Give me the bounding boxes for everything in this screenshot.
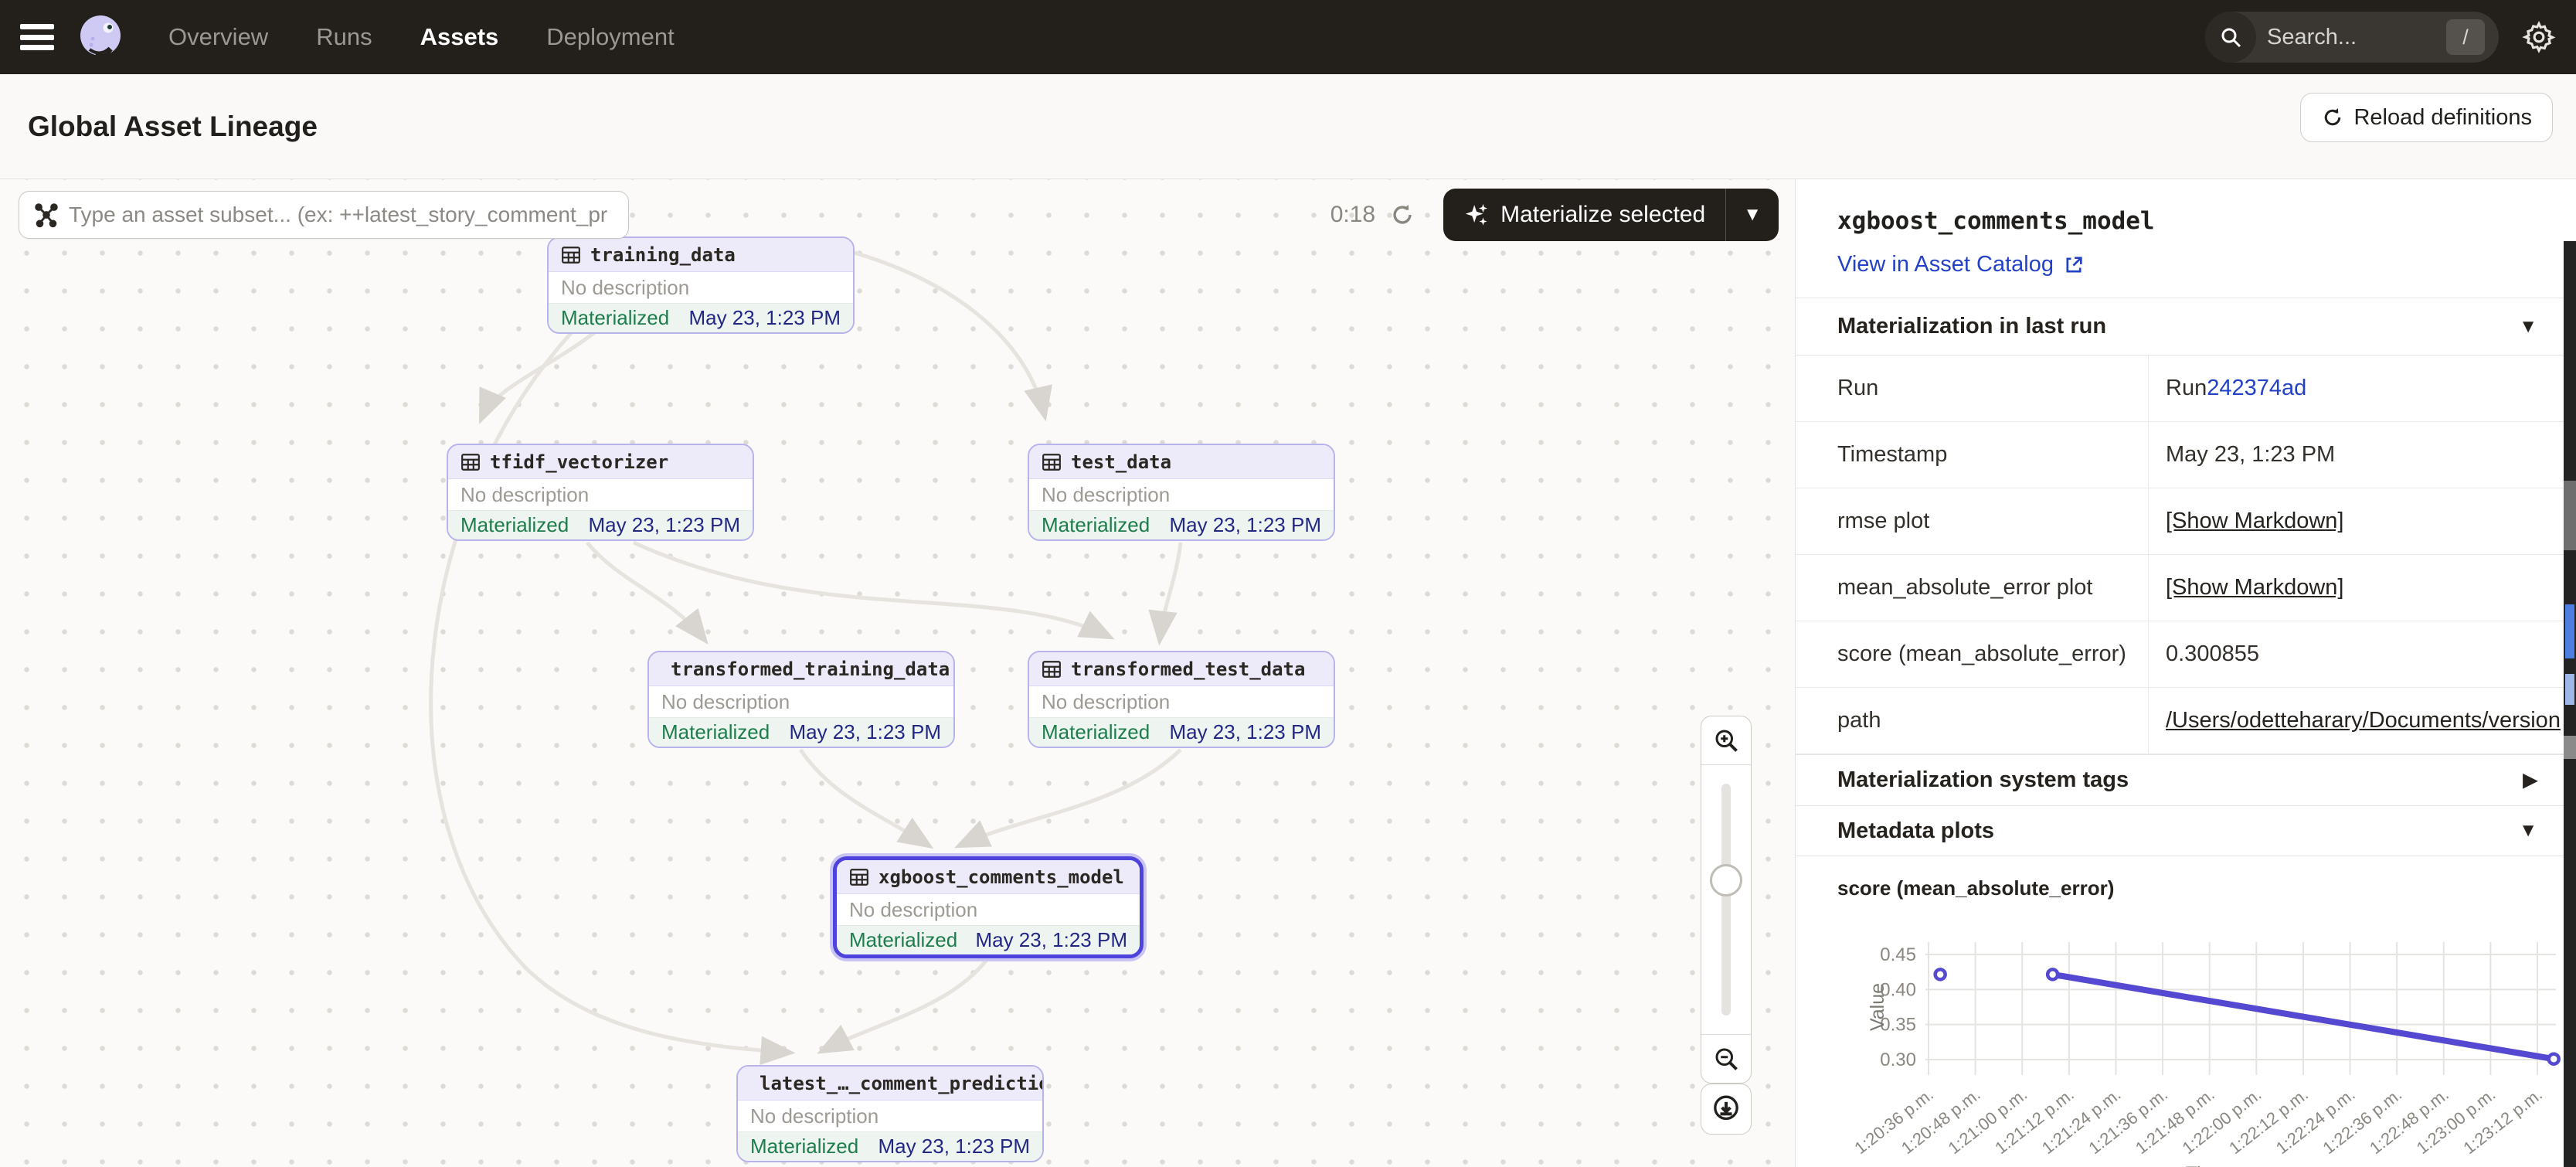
materialization-table: Run Run 242374ad Timestamp May 23, 1:23 … xyxy=(1796,355,2564,754)
table-icon xyxy=(1042,452,1062,472)
asset-node-transformed-training-data[interactable]: transformed_training_data No description… xyxy=(647,651,955,748)
asset-subset-filter[interactable] xyxy=(19,191,629,239)
metadata-chart-title: score (mean_absolute_error) xyxy=(1837,876,2564,900)
asset-node-training-data[interactable]: training_data No description Materialize… xyxy=(547,236,855,334)
chevron-down-icon: ▼ xyxy=(2519,820,2537,842)
asset-lineage-canvas[interactable]: 0:18 Materialize selected ▼ trainin xyxy=(0,179,1795,1167)
asset-node-test-data[interactable]: test_data No description MaterializedMay… xyxy=(1028,444,1335,541)
search-shortcut-badge: / xyxy=(2446,19,2485,55)
asset-detail-title: xgboost_comments_model xyxy=(1837,207,2564,235)
status-badge: Materialized xyxy=(561,306,669,330)
asset-graph-icon xyxy=(33,202,59,228)
table-row-timestamp: Timestamp May 23, 1:23 PM xyxy=(1796,422,2564,488)
metadata-chart: 1:20:36 p.m.1:20:48 p.m.1:21:00 p.m.1:21… xyxy=(1797,907,2562,1167)
path-link[interactable]: /Users/odetteharary/Documents/version xyxy=(2166,708,2561,733)
status-badge: Materialized xyxy=(661,720,770,744)
asset-node-transformed-test-data[interactable]: transformed_test_data No description Mat… xyxy=(1028,651,1335,748)
nav-tab-deployment[interactable]: Deployment xyxy=(546,23,674,51)
chevron-right-icon: ▶ xyxy=(2523,769,2537,791)
svg-text:0.45: 0.45 xyxy=(1880,944,1916,965)
asset-node-xgboost-comments-model[interactable]: xgboost_comments_model No description Ma… xyxy=(833,856,1144,958)
status-badge: Materialized xyxy=(849,928,957,952)
table-icon xyxy=(561,245,581,265)
search-input[interactable] xyxy=(2267,25,2421,50)
refresh-timer: 0:18 xyxy=(1330,202,1375,228)
sparkles-icon xyxy=(1463,202,1490,228)
page-header: Global Asset Lineage Reload definitions xyxy=(0,74,2576,179)
external-link-icon xyxy=(2063,254,2085,276)
page-title: Global Asset Lineage xyxy=(28,111,318,143)
nav-tabs: Overview Runs Assets Deployment xyxy=(168,23,675,51)
show-markdown-link[interactable]: [Show Markdown] xyxy=(2166,509,2344,534)
settings-gear-icon[interactable] xyxy=(2522,20,2556,54)
table-icon xyxy=(1042,659,1062,679)
asset-node-tfidf-vectorizer[interactable]: tfidf_vectorizer No description Material… xyxy=(447,444,754,541)
nav-tab-runs[interactable]: Runs xyxy=(316,23,372,51)
zoom-slider[interactable] xyxy=(1701,764,1751,1035)
section-materialization-system-tags[interactable]: Materialization system tags ▶ xyxy=(1796,754,2564,805)
section-materialization-last-run[interactable]: Materialization in last run ▼ xyxy=(1796,298,2564,355)
status-badge: Materialized xyxy=(750,1135,858,1158)
zoom-controls xyxy=(1701,716,1752,1084)
status-badge: Materialized xyxy=(1042,720,1150,744)
zoom-in-button[interactable] xyxy=(1701,716,1751,764)
asset-detail-panel: xgboost_comments_model View in Asset Cat… xyxy=(1795,179,2564,1167)
top-nav: Overview Runs Assets Deployment / xyxy=(0,0,2576,74)
zoom-out-button[interactable] xyxy=(1701,1035,1751,1083)
svg-text:Value: Value xyxy=(1867,983,1888,1031)
recenter-download-button[interactable] xyxy=(1701,1084,1752,1135)
svg-text:0.30: 0.30 xyxy=(1880,1050,1916,1070)
zoom-slider-handle[interactable] xyxy=(1710,864,1742,897)
table-row-run: Run Run 242374ad xyxy=(1796,356,2564,422)
hamburger-menu-icon[interactable] xyxy=(20,24,54,50)
table-row-score: score (mean_absolute_error) 0.300855 xyxy=(1796,621,2564,688)
window-edge-strip xyxy=(2564,241,2576,1167)
reload-definitions-button[interactable]: Reload definitions xyxy=(2300,93,2553,142)
view-in-asset-catalog-link[interactable]: View in Asset Catalog xyxy=(1837,252,2564,277)
dagster-logo[interactable] xyxy=(76,12,125,62)
reload-icon xyxy=(2321,106,2344,129)
asset-node-latest-comment-predictions[interactable]: latest_…_comment_predictions No descript… xyxy=(736,1065,1044,1162)
nav-tab-overview[interactable]: Overview xyxy=(168,23,268,51)
table-icon xyxy=(849,867,869,887)
asset-subset-input[interactable] xyxy=(69,202,610,227)
zoom-slider-rail xyxy=(1721,784,1731,1016)
chevron-down-icon: ▼ xyxy=(2519,316,2537,338)
materialize-selected-button[interactable]: Materialize selected ▼ xyxy=(1443,189,1779,241)
section-metadata-plots[interactable]: Metadata plots ▼ xyxy=(1796,805,2564,856)
table-row-path: path /Users/odetteharary/Documents/versi… xyxy=(1796,688,2564,754)
refresh-icon[interactable] xyxy=(1389,202,1415,228)
status-badge: Materialized xyxy=(460,513,569,537)
table-icon xyxy=(460,452,481,472)
search-icon xyxy=(2205,12,2256,63)
table-row-rmse-plot: rmse plot [Show Markdown] xyxy=(1796,488,2564,555)
run-id-link[interactable]: 242374ad xyxy=(2207,376,2306,401)
global-search[interactable]: / xyxy=(2205,12,2499,63)
table-row-mae-plot: mean_absolute_error plot [Show Markdown] xyxy=(1796,555,2564,621)
svg-text:Timestamp: Timestamp xyxy=(2186,1163,2281,1167)
status-badge: Materialized xyxy=(1042,513,1150,537)
nav-tab-assets[interactable]: Assets xyxy=(420,23,499,51)
show-markdown-link[interactable]: [Show Markdown] xyxy=(2166,575,2344,601)
materialize-dropdown-caret[interactable]: ▼ xyxy=(1726,204,1779,226)
